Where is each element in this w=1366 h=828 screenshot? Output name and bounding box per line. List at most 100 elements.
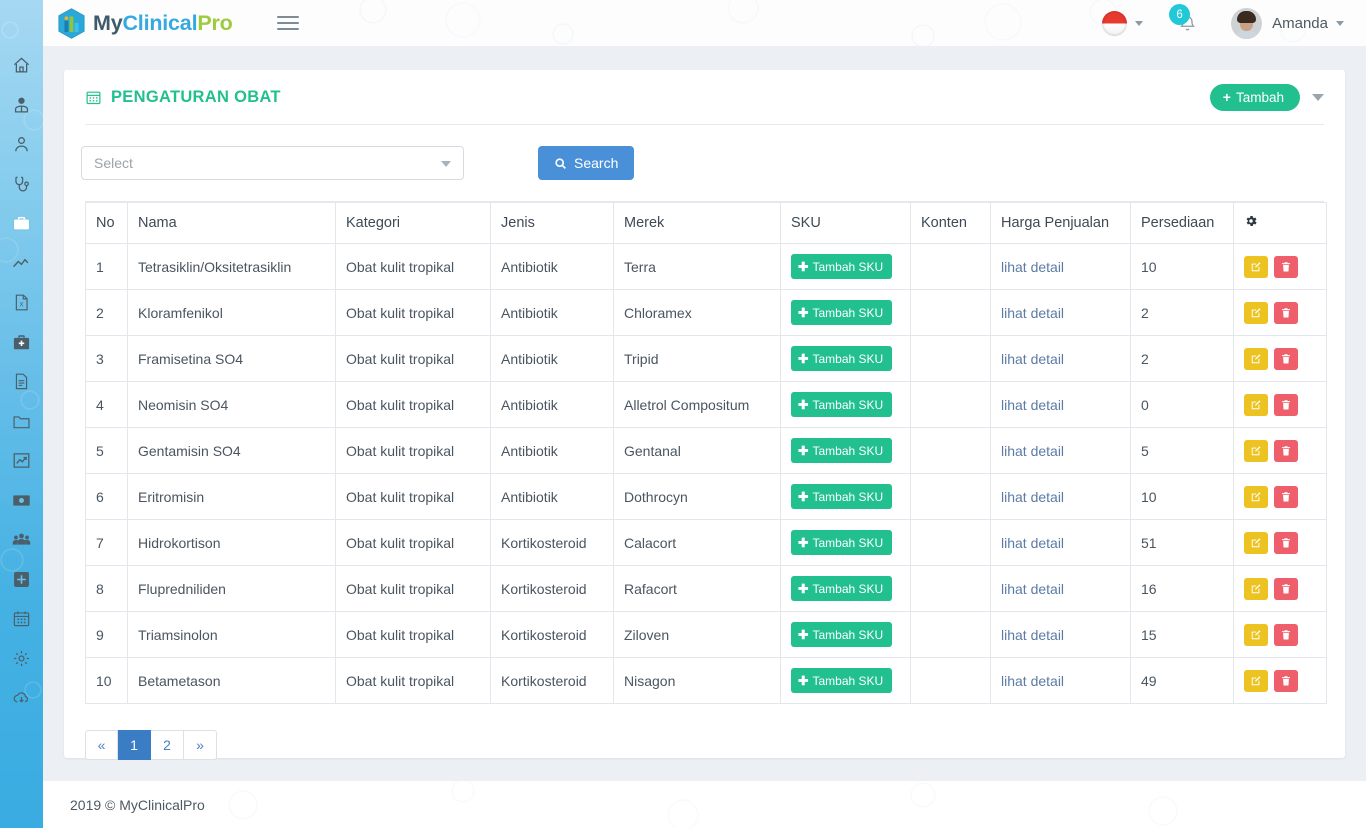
edit-button[interactable] <box>1244 623 1268 646</box>
column-header-merek[interactable]: Merek <box>613 202 781 244</box>
column-header-settings[interactable] <box>1233 202 1327 244</box>
notifications-button[interactable]: 6 <box>1169 4 1201 38</box>
add-sku-button[interactable]: ✚ Tambah SKU <box>791 576 893 601</box>
sidebar-item-documents[interactable] <box>0 362 43 402</box>
column-header-no[interactable]: No <box>85 202 128 244</box>
sidebar-item-patient[interactable] <box>0 125 43 165</box>
language-switcher[interactable] <box>1102 10 1144 36</box>
add-sku-button[interactable]: ✚ Tambah SKU <box>791 300 893 325</box>
sidebar-item-backup[interactable] <box>0 678 43 718</box>
column-header-sku[interactable]: SKU <box>780 202 911 244</box>
add-sku-button[interactable]: ✚ Tambah SKU <box>791 392 893 417</box>
add-sku-button[interactable]: ✚ Tambah SKU <box>791 484 893 509</box>
view-detail-link[interactable]: lihat detail <box>1001 305 1064 321</box>
add-dropdown-chevron-down-icon[interactable] <box>1312 93 1324 101</box>
add-sku-button[interactable]: ✚ Tambah SKU <box>791 254 893 279</box>
sidebar-item-add[interactable] <box>0 560 43 600</box>
sidebar-item-doctor[interactable] <box>0 86 43 126</box>
sidebar-item-excel-report[interactable]: X <box>0 283 43 323</box>
edit-icon <box>1251 353 1261 363</box>
column-header-kategori[interactable]: Kategori <box>335 202 491 244</box>
view-detail-link[interactable]: lihat detail <box>1001 627 1064 643</box>
brand-logo[interactable]: MyClinicalPro <box>57 7 233 39</box>
add-sku-button[interactable]: ✚ Tambah SKU <box>791 622 893 647</box>
column-header-harga-penjualan[interactable]: Harga Penjualan <box>990 202 1131 244</box>
view-detail-link[interactable]: lihat detail <box>1001 397 1064 413</box>
excel-file-icon: X <box>12 293 31 312</box>
sidebar-item-pharmacy[interactable] <box>0 204 43 244</box>
brand-part-clinical: Clinical <box>122 10 198 35</box>
view-detail-link[interactable]: lihat detail <box>1001 259 1064 275</box>
delete-button[interactable] <box>1274 623 1298 646</box>
edit-button[interactable] <box>1244 255 1268 278</box>
sidebar-item-home[interactable] <box>0 46 43 86</box>
delete-button[interactable] <box>1274 485 1298 508</box>
cell-sku: ✚ Tambah SKU <box>780 473 911 520</box>
sidebar-item-staff[interactable] <box>0 520 43 560</box>
folder-icon <box>12 412 31 431</box>
pagination-page-1[interactable]: 1 <box>118 730 151 760</box>
cell-kategori: Obat kulit tropikal <box>335 473 491 520</box>
column-header-konten[interactable]: Konten <box>910 202 991 244</box>
edit-button[interactable] <box>1244 577 1268 600</box>
sidebar-item-folders[interactable] <box>0 402 43 442</box>
delete-button[interactable] <box>1274 531 1298 554</box>
sidebar-item-billing[interactable] <box>0 481 43 521</box>
sidebar: X <box>0 0 43 828</box>
delete-button[interactable] <box>1274 301 1298 324</box>
edit-button[interactable] <box>1244 301 1268 324</box>
add-sku-button[interactable]: ✚ Tambah SKU <box>791 668 893 693</box>
chevron-down-icon <box>1135 20 1144 26</box>
chart-line-icon <box>12 254 31 273</box>
view-detail-link[interactable]: lihat detail <box>1001 489 1064 505</box>
table-head: No Nama Kategori Jenis Merek SKU Konten … <box>85 202 1327 244</box>
cell-persediaan: 10 <box>1130 473 1234 520</box>
column-header-jenis[interactable]: Jenis <box>490 202 614 244</box>
delete-button[interactable] <box>1274 393 1298 416</box>
view-detail-link[interactable]: lihat detail <box>1001 673 1064 689</box>
category-select[interactable]: Select <box>81 146 464 180</box>
add-sku-button[interactable]: ✚ Tambah SKU <box>791 530 893 555</box>
edit-button[interactable] <box>1244 393 1268 416</box>
cell-harga-penjualan: lihat detail <box>990 473 1131 520</box>
delete-button[interactable] <box>1274 669 1298 692</box>
view-detail-link[interactable]: lihat detail <box>1001 443 1064 459</box>
content-card: PENGATURAN OBAT + Tambah Select Search N… <box>64 70 1345 760</box>
add-sku-button[interactable]: ✚ Tambah SKU <box>791 346 893 371</box>
hamburger-menu-icon[interactable] <box>276 12 299 34</box>
pagination-prev[interactable]: « <box>85 730 118 760</box>
username-label: Amanda <box>1272 14 1328 32</box>
add-button[interactable]: + Tambah <box>1209 83 1300 111</box>
pagination-next[interactable]: » <box>184 730 217 760</box>
edit-button[interactable] <box>1244 531 1268 554</box>
edit-button[interactable] <box>1244 669 1268 692</box>
user-menu[interactable]: Amanda <box>1201 7 1344 39</box>
sidebar-item-schedule[interactable] <box>0 599 43 639</box>
calendar-icon <box>12 609 31 628</box>
sidebar-item-settings[interactable] <box>0 639 43 679</box>
sidebar-item-medical-kit[interactable] <box>0 323 43 363</box>
pagination: «1 2» <box>85 730 1345 760</box>
delete-button[interactable] <box>1274 255 1298 278</box>
sidebar-item-stethoscope[interactable] <box>0 165 43 205</box>
cell-kategori: Obat kulit tropikal <box>335 243 491 290</box>
view-detail-link[interactable]: lihat detail <box>1001 581 1064 597</box>
main-content: PENGATURAN OBAT + Tambah Select Search N… <box>43 46 1366 781</box>
delete-button[interactable] <box>1274 439 1298 462</box>
edit-button[interactable] <box>1244 485 1268 508</box>
sidebar-item-statistics[interactable] <box>0 244 43 284</box>
pagination-page-2[interactable]: 2 <box>151 730 184 760</box>
column-header-persediaan[interactable]: Persediaan <box>1130 202 1234 244</box>
delete-button[interactable] <box>1274 347 1298 370</box>
view-detail-link[interactable]: lihat detail <box>1001 535 1064 551</box>
delete-button[interactable] <box>1274 577 1298 600</box>
view-detail-link[interactable]: lihat detail <box>1001 351 1064 367</box>
edit-button[interactable] <box>1244 347 1268 370</box>
edit-button[interactable] <box>1244 439 1268 462</box>
column-header-nama[interactable]: Nama <box>127 202 336 244</box>
sidebar-top-spacer <box>0 0 43 46</box>
add-sku-button[interactable]: ✚ Tambah SKU <box>791 438 893 463</box>
search-button[interactable]: Search <box>538 146 635 180</box>
sidebar-item-growth[interactable] <box>0 441 43 481</box>
trash-icon <box>1282 537 1290 547</box>
